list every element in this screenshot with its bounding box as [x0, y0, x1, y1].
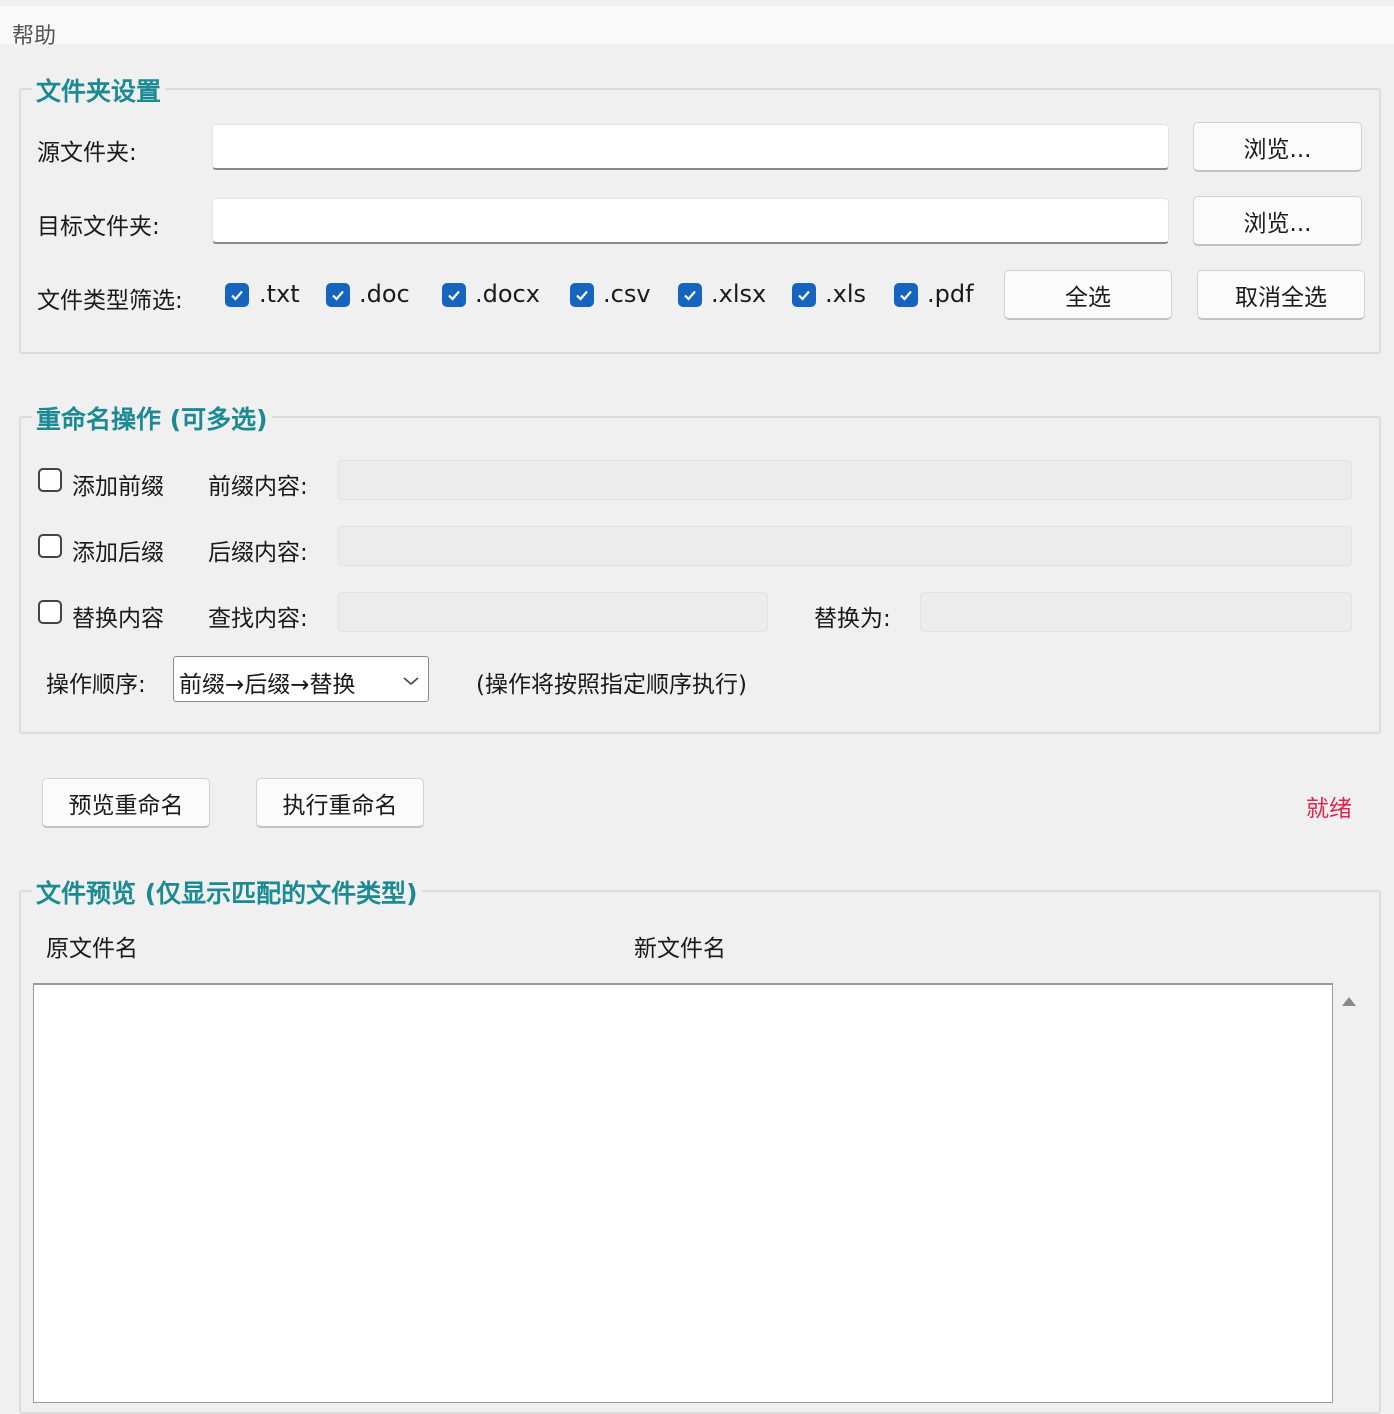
column-new-name[interactable]: 新文件名	[634, 929, 726, 963]
status-label: 就绪	[1306, 796, 1352, 822]
target-folder-input[interactable]	[212, 198, 1169, 244]
column-original-name[interactable]: 原文件名	[46, 929, 138, 963]
execute-rename-label: 执行重命名	[282, 792, 398, 819]
vertical-scrollbar[interactable]	[1336, 983, 1362, 1392]
preview-rename-label: 预览重命名	[68, 792, 184, 819]
source-folder-label: 源文件夹:	[37, 140, 137, 166]
checkmark-icon	[900, 290, 912, 301]
checkmark-icon	[576, 290, 588, 301]
menu-bar: 帮助	[0, 6, 1394, 49]
browse-target-button[interactable]: 浏览...	[1193, 196, 1362, 246]
add-prefix-label: 添加前缀	[72, 474, 164, 500]
deselect-all-label: 取消全选	[1235, 284, 1327, 311]
file-type-filter-label: 文件类型筛选:	[37, 288, 183, 314]
checkmark-icon	[684, 290, 696, 301]
checkmark-icon	[448, 290, 460, 301]
ext-xls-checkbox[interactable]	[792, 283, 816, 307]
file-preview-list[interactable]	[33, 983, 1333, 1403]
operation-order-select[interactable]: 前缀→后缀→替换	[173, 656, 429, 702]
ext-docx-checkbox[interactable]	[442, 283, 466, 307]
replace-with-label: 替换为:	[814, 606, 891, 632]
select-all-label: 全选	[1065, 284, 1111, 311]
folder-settings-title: 文件夹设置	[32, 72, 166, 108]
ext-csv-checkbox[interactable]	[570, 283, 594, 307]
add-prefix-checkbox[interactable]	[38, 468, 62, 492]
ext-pdf-checkbox[interactable]	[894, 283, 918, 307]
prefix-content-label: 前缀内容:	[208, 474, 308, 500]
ext-pdf-label: .pdf	[927, 280, 974, 308]
ext-csv-label: .csv	[603, 280, 651, 308]
ext-xls-label: .xls	[825, 280, 867, 308]
deselect-all-button[interactable]: 取消全选	[1197, 270, 1365, 320]
operation-order-hint: (操作将按照指定顺序执行)	[476, 672, 747, 698]
ext-docx-label: .docx	[475, 280, 540, 308]
ext-xlsx-label: .xlsx	[711, 280, 767, 308]
menu-help[interactable]: 帮助	[12, 18, 56, 50]
target-folder-label: 目标文件夹:	[37, 214, 160, 240]
suffix-content-input[interactable]	[338, 526, 1352, 566]
ext-doc-checkbox[interactable]	[326, 283, 350, 307]
find-content-input[interactable]	[338, 592, 768, 632]
ext-xlsx-checkbox[interactable]	[678, 283, 702, 307]
select-all-button[interactable]: 全选	[1004, 270, 1172, 320]
browse-source-button[interactable]: 浏览...	[1193, 122, 1362, 172]
operation-order-value: 前缀→后缀→替换	[179, 672, 356, 698]
checkmark-icon	[798, 290, 810, 301]
operation-order-label: 操作顺序:	[46, 672, 146, 698]
ext-txt-checkbox[interactable]	[225, 283, 249, 307]
ext-doc-label: .doc	[359, 280, 410, 308]
replace-content-label: 替换内容	[72, 606, 164, 632]
source-folder-input[interactable]	[212, 124, 1169, 170]
file-preview-title: 文件预览 (仅显示匹配的文件类型)	[32, 874, 422, 910]
find-content-label: 查找内容:	[208, 606, 308, 632]
chevron-down-icon	[403, 677, 419, 686]
prefix-content-input[interactable]	[338, 460, 1352, 500]
add-suffix-checkbox[interactable]	[38, 534, 62, 558]
checkmark-icon	[332, 290, 344, 301]
scroll-up-arrow-icon[interactable]	[1341, 995, 1357, 1007]
ext-txt-label: .txt	[259, 280, 300, 308]
checkmark-icon	[231, 290, 243, 301]
preview-rename-button[interactable]: 预览重命名	[42, 778, 210, 828]
browse-source-label: 浏览...	[1243, 136, 1312, 163]
execute-rename-button[interactable]: 执行重命名	[256, 778, 424, 828]
rename-ops-title: 重命名操作 (可多选)	[32, 400, 272, 436]
browse-target-label: 浏览...	[1243, 210, 1312, 237]
replace-with-input[interactable]	[920, 592, 1352, 632]
replace-content-checkbox[interactable]	[38, 600, 62, 624]
add-suffix-label: 添加后缀	[72, 540, 164, 566]
suffix-content-label: 后缀内容:	[208, 540, 308, 566]
